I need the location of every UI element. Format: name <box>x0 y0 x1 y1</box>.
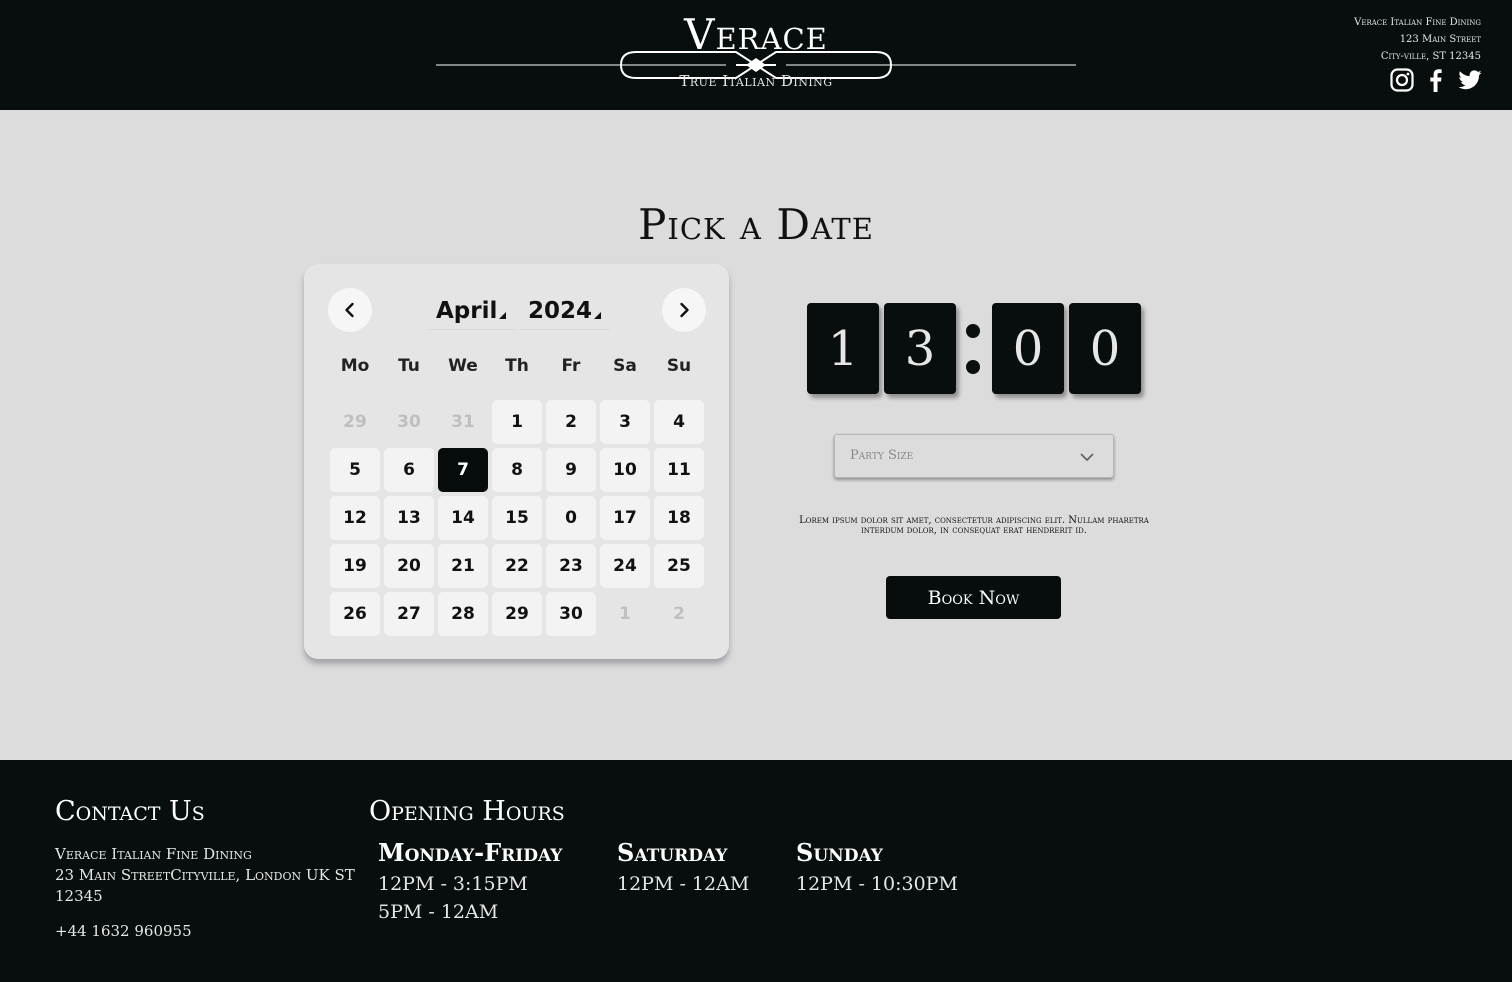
site-footer: Contact Us Verace Italian Fine Dining 23… <box>0 760 1512 982</box>
calendar-day[interactable]: 23 <box>546 544 596 588</box>
site-header: Verace True Italian Dining Verace Italia… <box>0 0 1512 110</box>
hours-day: Monday-Friday <box>378 838 563 867</box>
hours-day: Saturday <box>617 838 728 867</box>
calendar-day[interactable]: 26 <box>330 592 380 636</box>
contact-phone[interactable]: +44 1632 960955 <box>55 921 192 942</box>
calendar-day[interactable]: 13 <box>384 496 434 540</box>
twitter-icon[interactable] <box>1458 68 1482 92</box>
page-title: Pick a Date <box>638 200 874 249</box>
weekday-label: Su <box>666 356 692 376</box>
chevron-down-icon <box>1080 453 1094 461</box>
minute-ones-tile[interactable]: 0 <box>1069 303 1141 394</box>
weekday-label: Mo <box>340 356 370 376</box>
calendar-day: 2 <box>673 604 685 624</box>
next-month-button[interactable] <box>662 288 706 332</box>
chevron-right-icon <box>680 302 689 318</box>
minute-tens-tile[interactable]: 0 <box>992 303 1064 394</box>
calendar-day[interactable]: 25 <box>654 544 704 588</box>
opening-hours-heading: Opening Hours <box>369 796 565 827</box>
caret-icon <box>594 312 602 319</box>
calendar-day[interactable]: 4 <box>654 400 704 444</box>
calendar-day: 1 <box>619 604 631 624</box>
year-select[interactable]: 2024 <box>520 292 610 330</box>
booking-description: Lorem ipsum dolor sit amet, consectetur … <box>799 515 1149 536</box>
book-now-button[interactable]: Book Now <box>886 576 1061 619</box>
hours-time: 12PM - 12AM <box>617 873 750 895</box>
calendar-day-selected[interactable]: 7 <box>438 448 488 492</box>
weekday-label: Tu <box>398 356 420 376</box>
contact-address: 23 Main StreetCityville, London UK ST 12… <box>55 866 355 905</box>
logo[interactable]: Verace True Italian Dining <box>436 8 1076 98</box>
calendar-day[interactable]: 12 <box>330 496 380 540</box>
calendar-day[interactable]: 29 <box>492 592 542 636</box>
logo-tagline: True Italian Dining <box>679 72 833 90</box>
header-address: Verace Italian Fine Dining 123 Main Stre… <box>1354 14 1481 65</box>
address-line: City-ville, ST 12345 <box>1380 51 1481 62</box>
colon-dot <box>966 324 980 338</box>
calendar-day: 31 <box>451 412 475 432</box>
address-line: Verace Italian Fine Dining <box>1354 17 1481 28</box>
calendar-day[interactable]: 21 <box>438 544 488 588</box>
hours-time: 5PM - 12AM <box>378 901 499 923</box>
weekday-label: Th <box>505 356 529 376</box>
month-select[interactable]: April <box>428 292 516 330</box>
calendar-day[interactable]: 15 <box>492 496 542 540</box>
hours-time: 12PM - 10:30PM <box>796 873 958 895</box>
hour-ones-tile[interactable]: 3 <box>884 303 956 394</box>
calendar-day[interactable]: 20 <box>384 544 434 588</box>
calendar-day[interactable]: 0 <box>546 496 596 540</box>
calendar-day[interactable]: 6 <box>384 448 434 492</box>
year-value: 2024 <box>528 297 593 324</box>
colon-dot <box>966 360 980 374</box>
calendar-day: 30 <box>397 412 421 432</box>
instagram-icon[interactable] <box>1390 68 1414 92</box>
party-size-placeholder: Party Size <box>850 448 914 463</box>
address-line: 123 Main Street <box>1399 34 1481 45</box>
hour-tens-tile[interactable]: 1 <box>807 303 879 394</box>
calendar: April 2024 Mo Tu We Th Fr Sa Su 29 30 31 1 2… <box>304 264 729 659</box>
calendar-day[interactable]: 1 <box>492 400 542 444</box>
calendar-day[interactable]: 10 <box>600 448 650 492</box>
hours-time: 12PM - 3:15PM <box>378 873 528 895</box>
calendar-day[interactable]: 24 <box>600 544 650 588</box>
calendar-day[interactable]: 2 <box>546 400 596 444</box>
calendar-day[interactable]: 9 <box>546 448 596 492</box>
calendar-day[interactable]: 14 <box>438 496 488 540</box>
calendar-day[interactable]: 30 <box>546 592 596 636</box>
calendar-day[interactable]: 3 <box>600 400 650 444</box>
social-links <box>1390 68 1482 92</box>
calendar-day[interactable]: 19 <box>330 544 380 588</box>
calendar-day[interactable]: 17 <box>600 496 650 540</box>
contact-heading: Contact Us <box>55 796 205 827</box>
calendar-day[interactable]: 27 <box>384 592 434 636</box>
calendar-day[interactable]: 11 <box>654 448 704 492</box>
weekday-label: Fr <box>561 356 581 376</box>
calendar-day: 29 <box>343 412 367 432</box>
month-value: April <box>436 297 498 324</box>
hours-times: 12PM - 3:15PM 5PM - 12AM <box>378 870 528 926</box>
weekday-label: We <box>448 356 478 376</box>
hours-day: Sunday <box>796 838 883 867</box>
party-size-select[interactable]: Party Size <box>834 434 1114 478</box>
facebook-icon[interactable] <box>1424 68 1448 92</box>
weekday-label: Sa <box>613 356 637 376</box>
calendar-day[interactable]: 8 <box>492 448 542 492</box>
caret-icon <box>499 312 507 319</box>
calendar-day[interactable]: 28 <box>438 592 488 636</box>
prev-month-button[interactable] <box>328 288 372 332</box>
calendar-day[interactable]: 22 <box>492 544 542 588</box>
hours-times: 12PM - 10:30PM <box>796 870 958 898</box>
calendar-day[interactable]: 18 <box>654 496 704 540</box>
calendar-day[interactable]: 5 <box>330 448 380 492</box>
contact-name: Verace Italian Fine Dining <box>55 845 252 863</box>
hours-times: 12PM - 12AM <box>617 870 749 898</box>
chevron-left-icon <box>345 302 354 318</box>
